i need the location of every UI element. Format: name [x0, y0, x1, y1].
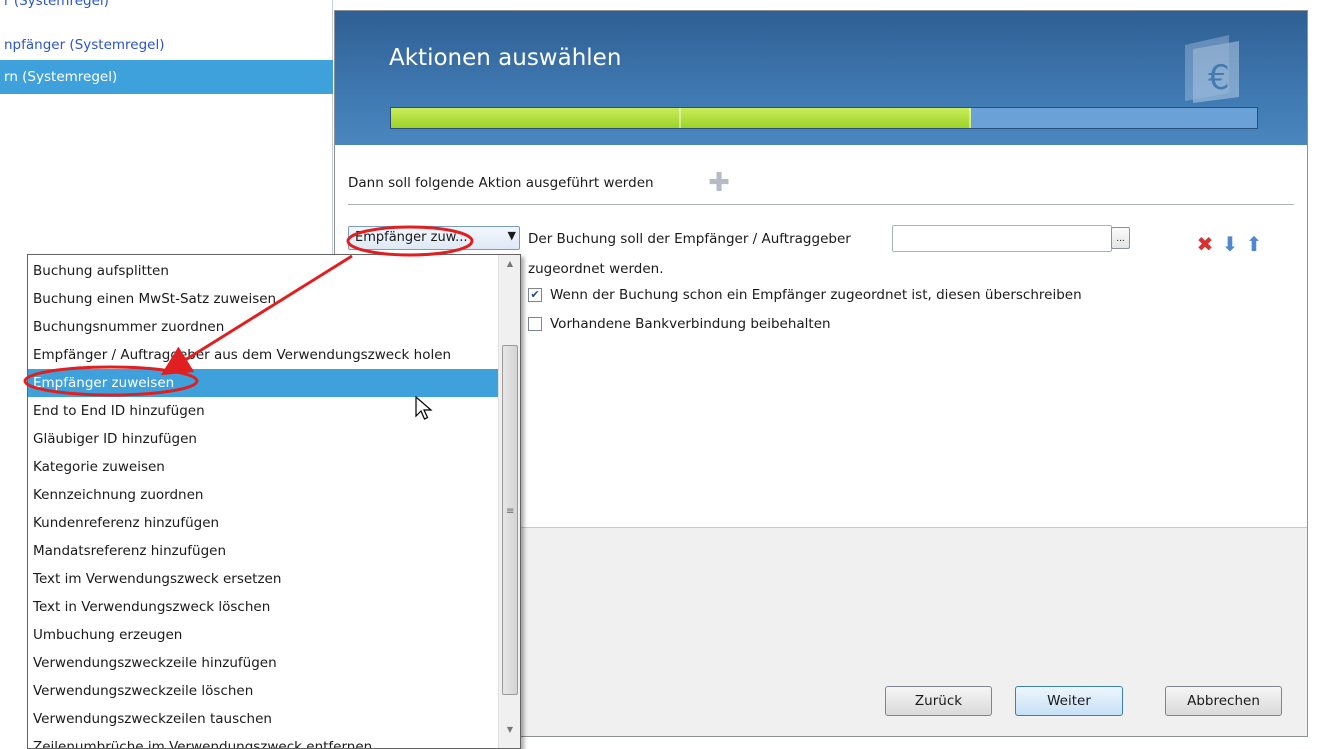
action-type-dropdown-list: Buchung aufsplitten Buchung einen MwSt-S…	[27, 254, 521, 749]
scroll-up-icon[interactable]: ▲	[499, 255, 520, 273]
progress-segment-divider	[679, 108, 681, 128]
action-select-value: Empfänger zuw...	[355, 230, 468, 245]
rule-list-item[interactable]: r (Systemregel)	[0, 0, 333, 16]
dropdown-item[interactable]: Mandatsreferenz hinzufügen	[28, 537, 498, 565]
action-description: Der Buchung soll der Empfänger / Auftrag…	[528, 231, 851, 247]
wizard-header: Aktionen auswählen €	[335, 11, 1307, 145]
dropdown-item[interactable]: Verwendungszweckzeile hinzufügen	[28, 649, 498, 677]
svg-text:€: €	[1208, 58, 1230, 98]
section-label: Dann soll folgende Aktion ausgeführt wer…	[348, 175, 654, 191]
back-button[interactable]: Zurück	[885, 686, 992, 716]
scroll-down-icon[interactable]: ▼	[499, 721, 520, 739]
cancel-button[interactable]: Abbrechen	[1165, 686, 1282, 716]
dropdown-item[interactable]: Buchung aufsplitten	[28, 257, 498, 285]
dropdown-item[interactable]: Gläubiger ID hinzufügen	[28, 425, 498, 453]
scrollbar-thumb[interactable]: ≡	[502, 345, 518, 695]
action-type-select[interactable]: Empfänger zuw... ▼	[348, 226, 520, 250]
mouse-cursor-icon	[415, 396, 433, 420]
browse-recipient-button[interactable]: ...	[1111, 227, 1130, 249]
dropdown-item[interactable]: Buchung einen MwSt-Satz zuweisen	[28, 285, 498, 313]
dropdown-item[interactable]: Text in Verwendungszweck löschen	[28, 593, 498, 621]
progress-segment-divider	[969, 108, 971, 128]
dropdown-item-selected[interactable]: Empfänger zuweisen	[28, 369, 498, 397]
dropdown-item[interactable]: Kategorie zuweisen	[28, 453, 498, 481]
rule-list-item-selected[interactable]: rn (Systemregel)	[0, 60, 333, 94]
rule-list-item[interactable]: npfänger (Systemregel)	[0, 30, 333, 60]
dropdown-item[interactable]: Umbuchung erzeugen	[28, 621, 498, 649]
progress-fill	[391, 108, 972, 128]
action-description-continued: zugeordnet werden.	[528, 261, 664, 277]
arrow-down-icon[interactable]: ⬇	[1219, 233, 1241, 255]
dropdown-item[interactable]: Verwendungszweckzeilen tauschen	[28, 705, 498, 733]
euro-logo-icon: €	[1185, 35, 1239, 103]
dropdown-scrollbar[interactable]: ▲ ≡ ▼	[498, 255, 520, 748]
recipient-field[interactable]	[892, 225, 1112, 252]
scrollbar-grip-icon: ≡	[506, 506, 515, 517]
dropdown-item[interactable]: Verwendungszweckzeile löschen	[28, 677, 498, 705]
keep-bank-connection-label: Vorhandene Bankverbindung beibehalten	[550, 316, 831, 332]
chevron-down-icon[interactable]: ▼	[508, 229, 516, 242]
keep-bank-connection-checkbox[interactable]	[528, 317, 542, 331]
dropdown-item[interactable]: Kundenreferenz hinzufügen	[28, 509, 498, 537]
plus-icon[interactable]: ✚	[706, 170, 732, 196]
dropdown-item[interactable]: Empfänger / Auftraggeber aus dem Verwend…	[28, 341, 498, 369]
overwrite-recipient-label: Wenn der Buchung schon ein Empfänger zug…	[550, 287, 1082, 303]
dropdown-item[interactable]: Kennzeichnung zuordnen	[28, 481, 498, 509]
delete-icon[interactable]: ✖	[1194, 233, 1216, 255]
dropdown-item[interactable]: Buchungsnummer zuordnen	[28, 313, 498, 341]
overwrite-recipient-checkbox[interactable]: ✔	[528, 288, 542, 302]
dropdown-item[interactable]: Text im Verwendungszweck ersetzen	[28, 565, 498, 593]
arrow-up-icon[interactable]: ⬆	[1243, 233, 1265, 255]
wizard-progress-bar	[390, 107, 1258, 129]
wizard-title: Aktionen auswählen	[389, 45, 622, 71]
next-button[interactable]: Weiter	[1015, 686, 1123, 716]
dropdown-item[interactable]: Zeilenumbrüche im Verwendungszweck entfe…	[28, 733, 498, 748]
divider	[348, 204, 1294, 205]
